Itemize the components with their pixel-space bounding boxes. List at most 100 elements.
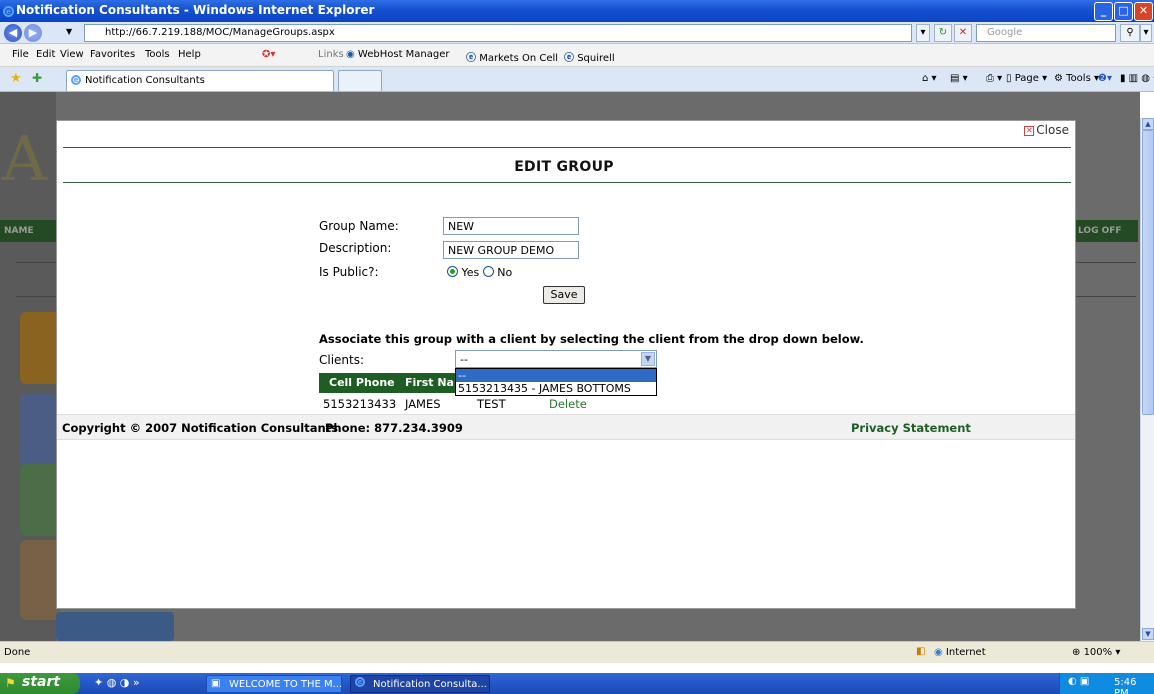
url-input[interactable]: http://66.7.219.188/MOC/ManageGroups.asp… [84,24,912,42]
add-favorites-icon[interactable]: ✚ [32,71,42,85]
yes-radio[interactable] [447,266,458,277]
background-logo: A [2,122,47,195]
translate-icon[interactable]: ✪▾ [262,49,275,60]
scroll-thumb[interactable] [1142,130,1154,415]
associate-instructions: Associate this group with a client by se… [319,332,864,346]
tray-icons[interactable]: ◐ ▣ [1068,676,1089,687]
feeds-icon[interactable]: ▤ ▾ [950,73,968,84]
task-welcome[interactable]: ▣ WELCOME TO THE M... [206,675,342,693]
menu-help[interactable]: Help [178,49,201,60]
link-webhost-manager[interactable]: ◉ WebHost Manager [346,49,450,60]
is-public-label: Is Public?: [319,265,379,279]
search-icon[interactable]: ⚲ [1120,24,1140,42]
research-icon[interactable]: ▮ ▥ ◍ ✤ [1120,73,1154,84]
save-button[interactable]: Save [543,286,585,304]
start-button[interactable]: ⚑ start [0,673,80,694]
modal-heading: EDIT GROUP [514,159,614,175]
close-modal-link[interactable]: ✕ Close [1024,123,1069,137]
group-name-label: Group Name: [319,219,399,233]
delete-link[interactable]: Delete [549,397,587,411]
background-tile-icon [20,540,60,620]
globe-icon: ◉ [934,647,943,658]
tab-bar: ★ ✚ e Notification Consultants ⌂ ▾ ▤ ▾ ⎙… [0,67,1154,92]
menu-file[interactable]: File [12,49,29,60]
description-input[interactable]: NEW GROUP DEMO [443,241,579,259]
clients-label: Clients: [319,353,365,367]
menu-edit[interactable]: Edit [36,49,55,60]
link-markets-on-cell[interactable]: ⓔ Markets On Cell [466,49,558,64]
help-icon[interactable]: ❷▾ [1098,73,1112,84]
search-input[interactable]: Google [976,24,1116,42]
phone-text: Phone: 877.234.3909 [325,421,463,435]
tools-menu[interactable]: ⚙ Tools ▾ [1054,73,1099,84]
ie-task-icon: e [355,677,365,688]
background-group-icon [20,464,60,536]
chevron-down-icon[interactable]: ▼ [641,352,655,366]
page-scrollbar[interactable]: ▲ ▼ [1140,118,1154,641]
background-mail-icon [20,312,60,384]
taskbar: ⚑ start ✦ ◍ ◑ » ▣ WELCOME TO THE M... e … [0,673,1154,694]
dropdown-option[interactable]: 5153213435 - JAMES BOTTOMS [456,382,656,395]
close-icon: ✕ [1024,125,1035,136]
zone-label: ◉ Internet [934,647,986,658]
edit-group-modal: ✕ Close EDIT GROUP Group Name: NEW Descri… [56,120,1076,609]
ie-icon: e [3,4,14,18]
address-bar-row: ◀ ▶ ▼ http://66.7.219.188/MOC/ManageGrou… [0,22,1154,44]
no-radio[interactable] [482,266,494,277]
system-tray: ◐ ▣ 5:46 PM [1059,673,1154,694]
clock[interactable]: 5:46 PM [1114,677,1154,694]
link-squirell[interactable]: ⓔ Squirell [564,49,615,64]
description-label: Description: [319,241,392,255]
address-dropdown-icon[interactable]: ▾ [916,24,930,42]
forward-icon[interactable]: ▶ [24,24,42,42]
menu-bar: File Edit View Favorites Tools Help ✪▾ L… [0,44,1154,67]
chevron-down-icon[interactable]: ▼ [66,27,72,36]
clients-dropdown-list[interactable]: -- 5153213435 - JAMES BOTTOMS [455,368,657,396]
no-label[interactable]: No [497,266,512,279]
windows-flag-icon: ⚑ [5,676,16,690]
is-public-group: Yes No [447,266,512,279]
close-window-button[interactable]: ✕ [1134,2,1153,21]
privacy-statement-link[interactable]: Privacy Statement [851,421,971,435]
dropdown-option[interactable]: -- [456,369,656,382]
tab-notification-consultants[interactable]: e Notification Consultants [66,70,334,91]
table-cell-first-name: JAMES [405,397,441,411]
ie-page-icon: e [71,75,81,86]
zoom-control[interactable]: ⊕ 100% ▾ [1072,647,1120,658]
refresh-icon[interactable]: ↻ [934,24,952,42]
minimize-button[interactable]: _ [1094,2,1113,21]
home-icon[interactable]: ⌂ ▾ [922,73,937,84]
search-options-icon[interactable]: ▾ [1140,24,1152,42]
protected-mode-icon: ◧ [916,646,926,657]
scroll-down-icon[interactable]: ▼ [1142,628,1154,640]
clients-select[interactable]: -- ▼ [455,350,657,368]
window-title-bar[interactable]: e Notification Consultants - Windows Int… [0,0,1154,22]
print-icon[interactable]: ⎙ ▾ [986,73,1002,84]
new-tab-button[interactable] [338,70,382,91]
menu-view[interactable]: View [60,49,84,60]
page-menu[interactable]: ▯ Page ▾ [1006,73,1047,84]
status-text: Done [4,647,31,658]
task-notification-consultants[interactable]: e Notification Consulta... [350,675,490,693]
favorites-star-icon[interactable]: ★ [10,71,22,86]
quick-launch-icons[interactable]: ✦ ◍ ◑ » [94,676,140,689]
scroll-up-icon[interactable]: ▲ [1142,118,1154,130]
links-label: Links [318,49,344,60]
menu-favorites[interactable]: Favorites [90,49,135,60]
word-icon: ▣ [211,678,221,689]
background-nav-logoff: LOG OFF [1076,220,1138,242]
maximize-button[interactable]: □ [1114,2,1133,21]
stop-icon[interactable]: ✕ [954,24,972,42]
window-title: Notification Consultants - Windows Inter… [16,3,375,17]
table-header-first-name: First Nar [401,373,457,393]
table-header-cell-phone: Cell Phone [319,373,401,393]
status-bar: Done ◧ ◉ Internet ⊕ 100% ▾ [0,641,1154,663]
menu-tools[interactable]: Tools [145,49,170,60]
background-user-icon [20,394,60,466]
yes-label[interactable]: Yes [462,266,480,279]
table-cell-phone: 5153213433 [323,397,397,411]
copyright-text: Copyright © 2007 Notification Consultant… [62,421,338,435]
group-name-input[interactable]: NEW [443,217,579,235]
table-cell-last-name: TEST [477,397,506,411]
back-icon[interactable]: ◀ [4,24,22,42]
